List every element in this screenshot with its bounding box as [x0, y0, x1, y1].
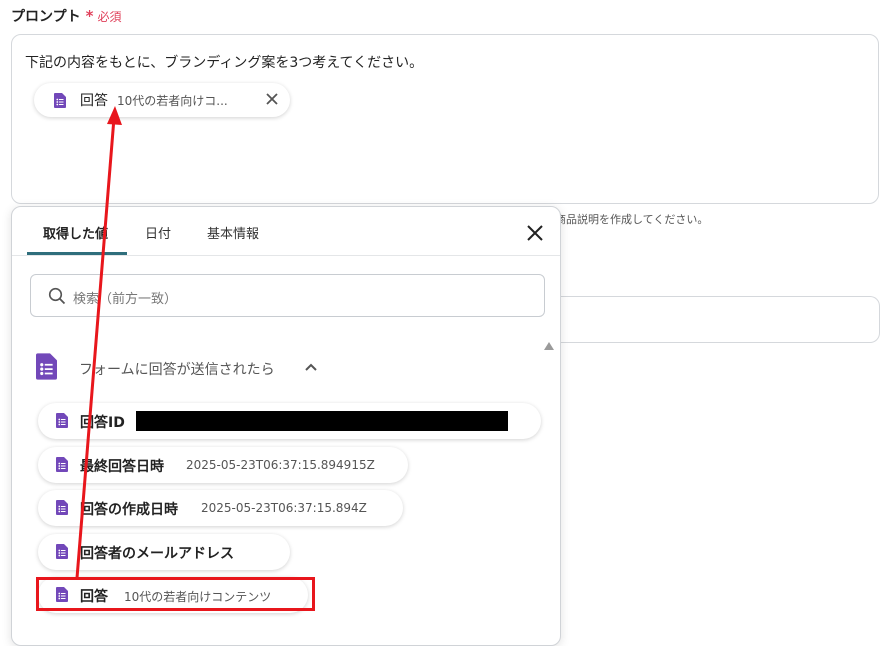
google-forms-icon [56, 457, 68, 472]
variable-chip-name: 回答 [80, 93, 108, 109]
google-forms-icon [36, 353, 57, 380]
search-input[interactable]: 検索（前方一致） [30, 274, 545, 317]
variable-chip[interactable]: 回答 10代の若者向けコ... [34, 83, 290, 117]
prompt-field-label: プロンプト * 必須 [11, 6, 121, 26]
list-item-response-id[interactable]: 回答ID [38, 403, 541, 439]
close-icon[interactable] [264, 91, 280, 107]
annotation-highlight-box [36, 577, 315, 611]
tab-basic-info[interactable]: 基本情報 [207, 223, 259, 242]
item-name: 回答者のメールアドレス [80, 546, 234, 562]
google-forms-icon [56, 544, 68, 559]
redacted-value [136, 411, 508, 431]
popover-tabs: 取得した値 日付 基本情報 [12, 207, 560, 256]
scroll-up-arrow-icon[interactable] [544, 342, 554, 350]
required-label: 必須 [97, 10, 122, 24]
list-item-respondent-email[interactable]: 回答者のメールアドレス [38, 534, 290, 570]
tab-date[interactable]: 日付 [145, 223, 171, 242]
secondary-input[interactable] [555, 296, 880, 343]
item-name: 回答ID [80, 415, 125, 431]
item-value: 2025-05-23T06:37:15.894915Z [186, 458, 375, 472]
search-placeholder: 検索（前方一致） [73, 292, 178, 307]
required-star: * [85, 7, 94, 25]
popover-close-icon[interactable] [525, 223, 545, 243]
active-tab-indicator [27, 252, 127, 255]
list-item-last-answered-at[interactable]: 最終回答日時 2025-05-23T06:37:15.894915Z [38, 447, 408, 483]
list-item-created-at[interactable]: 回答の作成日時 2025-05-23T06:37:15.894Z [38, 490, 403, 526]
field-hint-text: 商品説明を作成してください。 [555, 213, 709, 226]
google-forms-icon [56, 413, 68, 428]
google-forms-icon [54, 92, 66, 108]
variable-chip-value: 10代の若者向けコ... [117, 93, 228, 108]
prompt-textarea[interactable]: 下記の内容をもとに、ブランディング案を3つ考えてください。 回答 10代の若者向… [11, 34, 879, 204]
google-forms-icon [56, 500, 68, 515]
prompt-label-text: プロンプト [11, 9, 81, 25]
tab-acquired-values[interactable]: 取得した値 [43, 223, 108, 242]
section-title: フォームに回答が送信されたら [79, 362, 275, 378]
item-value: 2025-05-23T06:37:15.894Z [201, 501, 367, 515]
prompt-text: 下記の内容をもとに、ブランディング案を3つ考えてください。 [25, 55, 424, 71]
item-name: 最終回答日時 [80, 459, 164, 475]
search-icon [48, 287, 66, 305]
chevron-up-icon[interactable] [304, 362, 318, 372]
item-name: 回答の作成日時 [80, 502, 178, 518]
